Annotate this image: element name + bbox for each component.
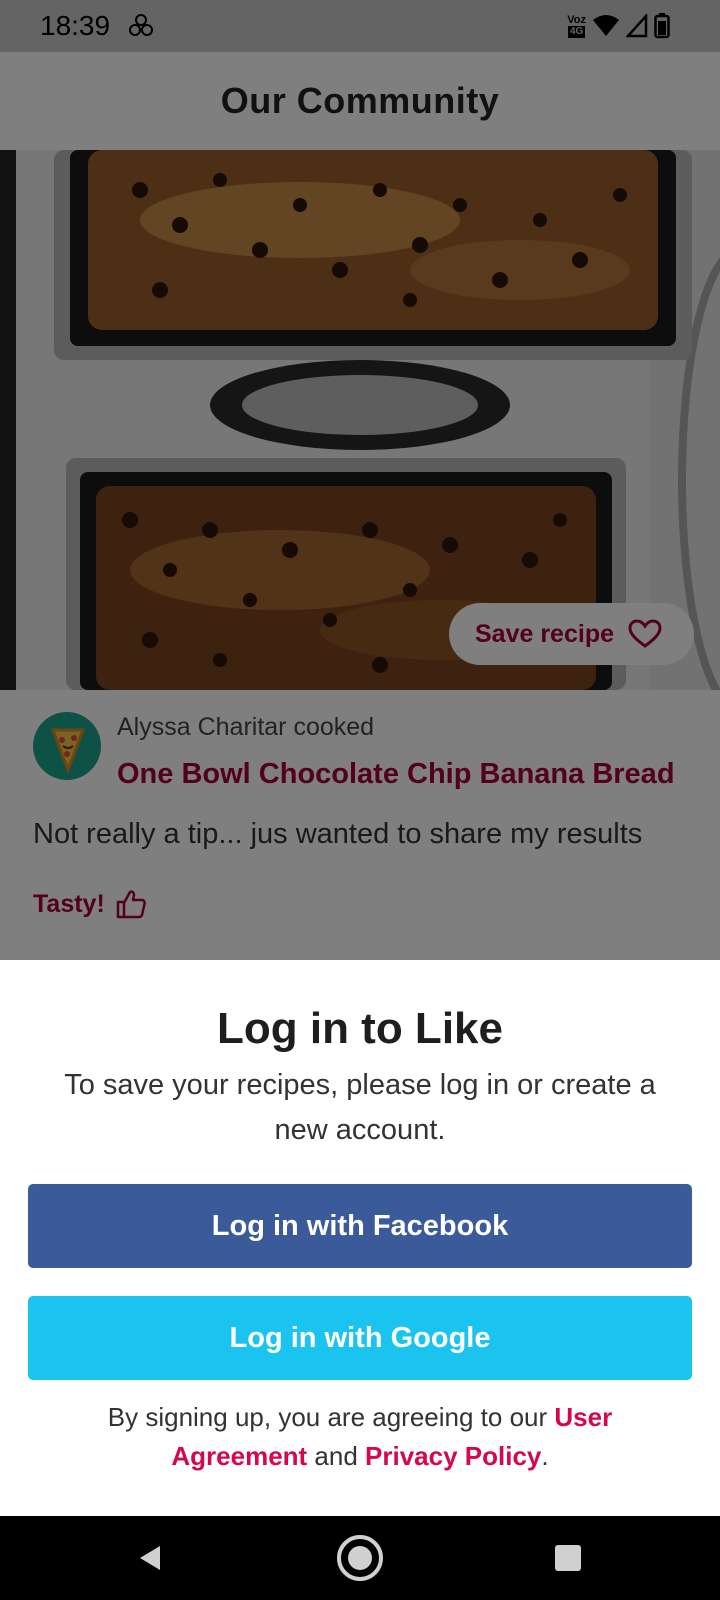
- login-sheet-message: To save your recipes, please log in or c…: [64, 1069, 656, 1146]
- home-button[interactable]: [332, 1530, 388, 1586]
- legal-and: and: [307, 1441, 366, 1471]
- login-sheet-title: Log in to Like: [217, 1004, 503, 1053]
- back-icon: [140, 1546, 160, 1570]
- privacy-policy-link[interactable]: Privacy Policy: [365, 1441, 541, 1471]
- community-page: 18:39 Voz 4G Our Community: [0, 0, 720, 960]
- home-icon: [337, 1535, 383, 1581]
- recents-button[interactable]: [540, 1530, 596, 1586]
- back-button[interactable]: [122, 1530, 178, 1586]
- legal-suffix: .: [541, 1441, 549, 1471]
- google-login-label: Log in with Google: [229, 1321, 491, 1354]
- legal-notice: By signing up, you are agreeing to our U…: [50, 1398, 670, 1476]
- modal-backdrop[interactable]: [0, 0, 720, 960]
- google-login-button[interactable]: Log in with Google: [28, 1296, 692, 1380]
- facebook-login-button[interactable]: Log in with Facebook: [28, 1184, 692, 1268]
- facebook-login-label: Log in with Facebook: [211, 1209, 509, 1242]
- navigation-bar: [0, 1516, 720, 1600]
- recents-icon: [555, 1545, 581, 1571]
- legal-prefix: By signing up, you are agreeing to our: [107, 1402, 555, 1432]
